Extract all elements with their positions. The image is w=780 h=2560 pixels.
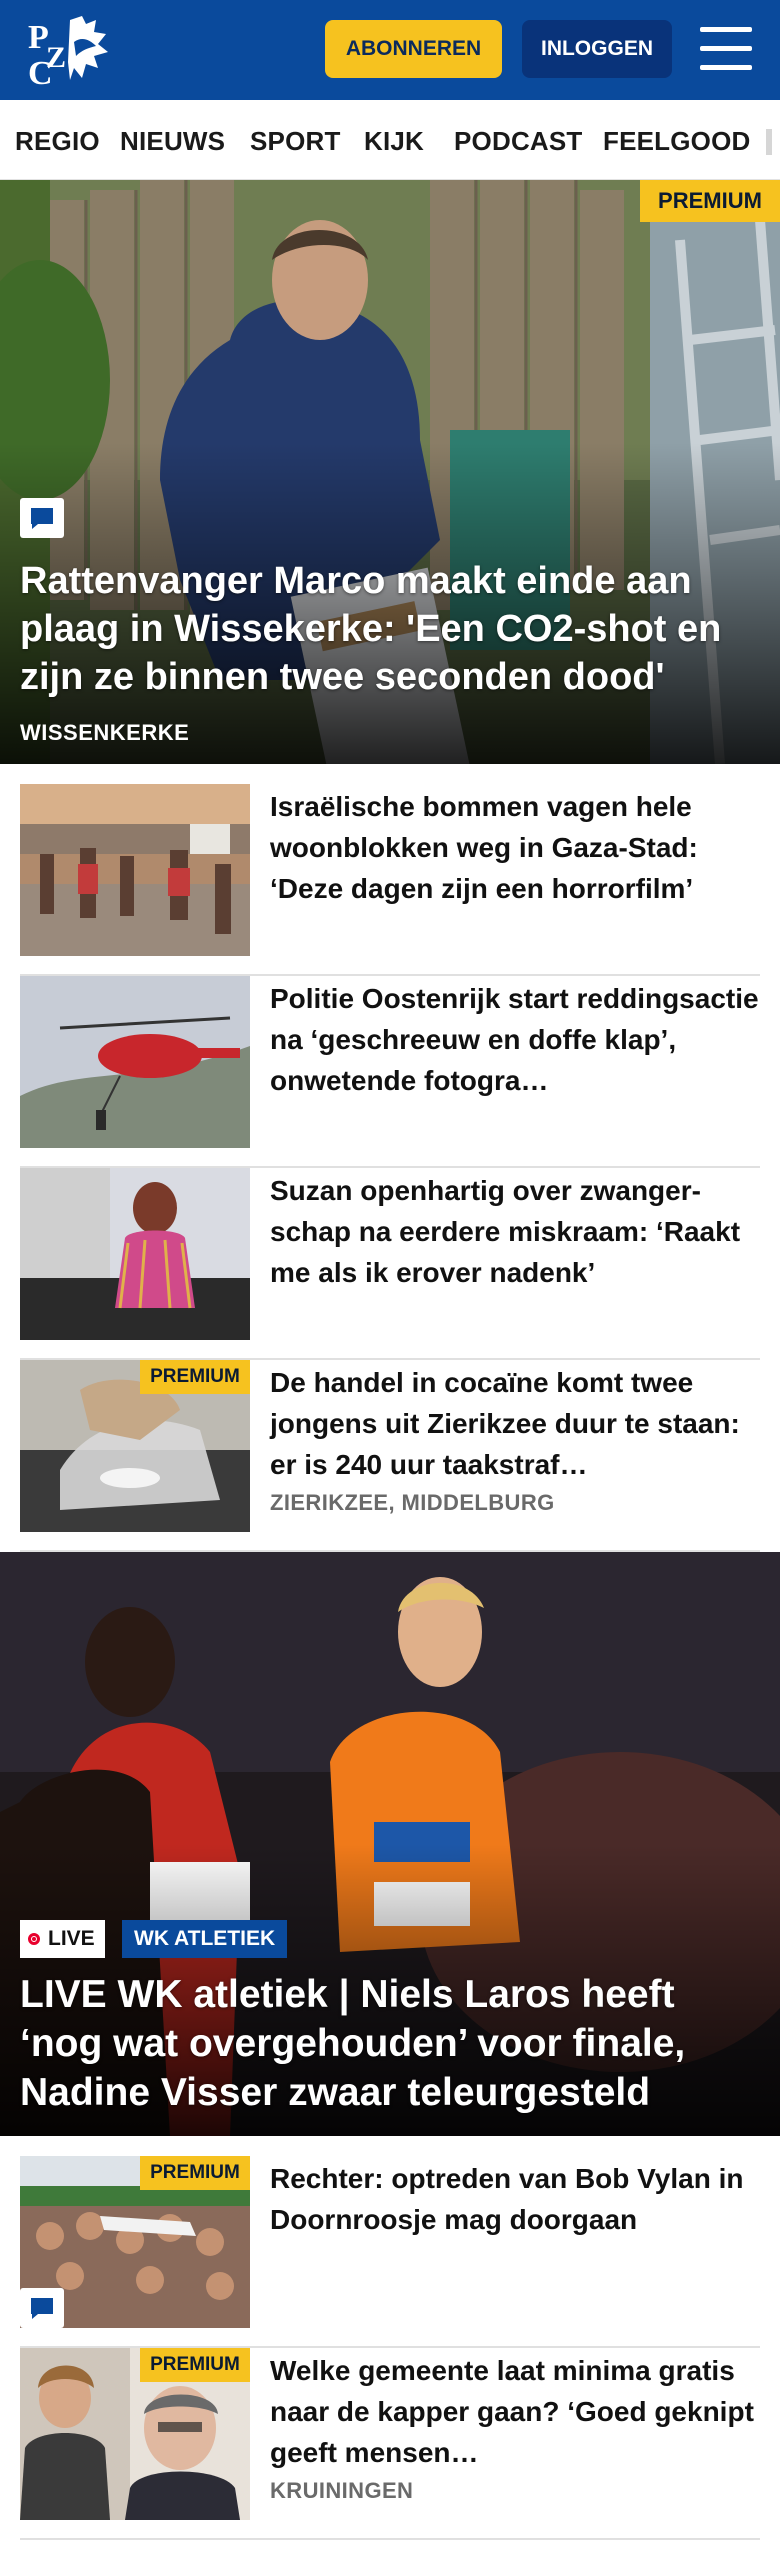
nav-item-sport[interactable]: SPORT <box>250 126 341 157</box>
live-indicator-icon <box>28 1933 40 1945</box>
article-title[interactable]: Suzan openhartig over zwanger­schap na e… <box>270 1170 760 1293</box>
article-title[interactable]: De handel in cocaïne komt twee jongens u… <box>270 1362 760 1485</box>
nav-item-kijk[interactable]: KIJK <box>364 126 424 157</box>
premium-badge: PREMIUM <box>640 180 780 222</box>
hero-location: WISSENKERKE <box>20 720 190 745</box>
article-title[interactable]: Welke gemeente laat minima gratis naar d… <box>270 2350 760 2473</box>
article-location: ZIERIKZEE, MIDDELBURG <box>270 1490 555 1515</box>
nav-item-regio[interactable]: REGIO <box>15 126 100 157</box>
nav-item-feelgood[interactable]: FEELGOOD <box>603 126 751 157</box>
live-title[interactable]: LIVE WK atletiek | Niels Laros heeft ‘no… <box>20 1970 760 2117</box>
nav-overflow-hint <box>766 129 772 155</box>
hero-title[interactable]: Rattenvanger Marco maakt einde aan plaag… <box>20 557 760 701</box>
site-header: P C Z ABONNEREN INLOGGEN <box>0 0 780 100</box>
topic-tag[interactable]: WK ATLETIEK <box>122 1920 288 1958</box>
article-thumbnail: PREMIUM <box>20 1360 250 1532</box>
premium-badge: PREMIUM <box>140 2348 250 2382</box>
live-label: LIVE <box>48 1927 95 1950</box>
subscribe-button[interactable]: ABONNEREN <box>325 20 502 78</box>
premium-badge: PREMIUM <box>140 2156 250 2190</box>
article-title[interactable]: Rechter: optreden van Bob Vylan in Doorn… <box>270 2158 760 2240</box>
nav-item-nieuws[interactable]: NIEUWS <box>120 126 225 157</box>
comments-icon <box>20 498 64 538</box>
list-item[interactable]: Politie Oostenrijk start reddingsactie n… <box>20 976 760 1168</box>
article-thumbnail <box>20 976 250 1148</box>
article-location: KRUININGEN <box>270 2478 414 2503</box>
svg-text:Z: Z <box>46 41 66 74</box>
list-item[interactable]: Suzan openhartig over zwanger­schap na e… <box>20 1168 760 1360</box>
list-item[interactable]: PREMIUM De handel in cocaïne komt twee j… <box>20 1360 760 1552</box>
nav-item-podcast[interactable]: PODCAST <box>454 126 583 157</box>
article-thumbnail: PREMIUM <box>20 2156 250 2328</box>
list-item[interactable]: PREMIUM Welke gemeente laat minima grati… <box>20 2348 760 2540</box>
list-item[interactable]: PREMIUM Rechter: optreden van Bob Vylan … <box>20 2156 760 2348</box>
list-item[interactable]: Israëlische bommen vagen hele woonblokke… <box>20 784 760 976</box>
live-article[interactable]: LIVE WK ATLETIEK LIVE WK atletiek | Niel… <box>0 1552 780 2136</box>
article-thumbnail <box>20 784 250 956</box>
article-thumbnail <box>20 1168 250 1340</box>
comments-icon <box>20 2288 64 2328</box>
section-nav: REGIO NIEUWS SPORT KIJK PODCAST FEELGOOD <box>0 100 780 180</box>
live-badge: LIVE <box>20 1920 105 1958</box>
article-thumbnail: PREMIUM <box>20 2348 250 2520</box>
hero-article[interactable]: PREMIUM Rattenvanger Marco maakt einde a… <box>0 180 780 764</box>
hamburger-menu-icon[interactable] <box>700 27 752 71</box>
article-title[interactable]: Politie Oostenrijk start reddingsactie n… <box>270 978 760 1101</box>
premium-badge: PREMIUM <box>140 1360 250 1394</box>
login-button[interactable]: INLOGGEN <box>522 20 672 78</box>
pzc-logo[interactable]: P C Z <box>24 12 114 88</box>
article-title[interactable]: Israëlische bommen vagen hele woonblokke… <box>270 786 760 909</box>
